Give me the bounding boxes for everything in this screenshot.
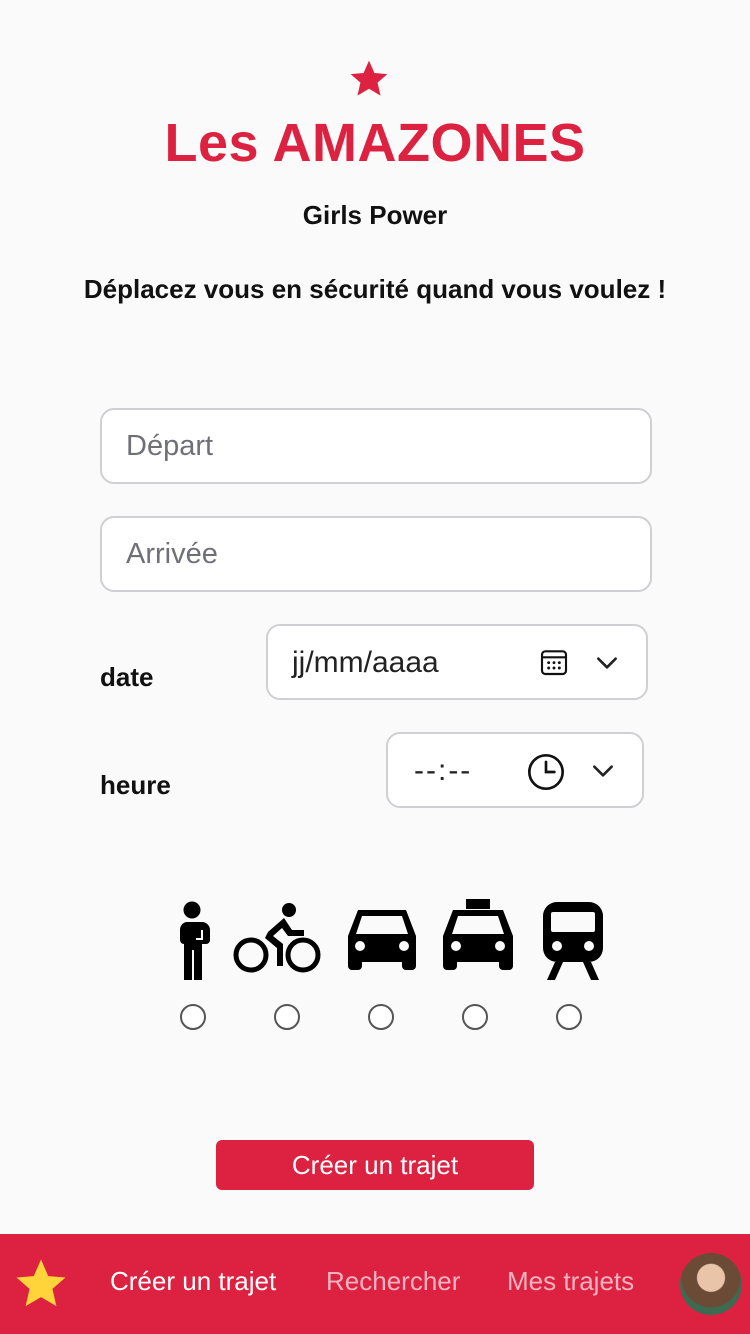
radio-train[interactable] (556, 1004, 582, 1030)
chevron-down-icon[interactable] (594, 650, 620, 676)
car-icon (348, 910, 416, 970)
train-icon (543, 902, 603, 980)
subtitle: Girls Power (302, 200, 448, 230)
time-value: --:-- (414, 754, 473, 787)
tagline: Déplacez vous en sécurité quand vous vou… (83, 274, 667, 304)
time-label: heure (100, 770, 171, 800)
nav-create-trip[interactable]: Créer un trajet (110, 1266, 276, 1297)
walk-icon (179, 901, 210, 980)
star-logo-icon (350, 60, 388, 96)
nav-search[interactable]: Rechercher (326, 1266, 460, 1297)
app-title: Les AMAZONES (164, 113, 586, 173)
taxi-icon (443, 899, 513, 970)
create-trip-button[interactable]: Créer un trajet (216, 1140, 534, 1190)
date-picker[interactable]: jj/mm/aaaa (266, 624, 648, 700)
calendar-icon[interactable] (538, 646, 570, 678)
radio-car[interactable] (368, 1004, 394, 1030)
date-value: jj/mm/aaaa (292, 646, 439, 679)
avatar[interactable] (680, 1253, 742, 1315)
bottom-nav: Créer un trajet Rechercher Mes trajets (0, 1234, 750, 1334)
radio-bike[interactable] (274, 1004, 300, 1030)
radio-taxi[interactable] (462, 1004, 488, 1030)
clock-icon[interactable] (526, 752, 566, 792)
star-home-icon[interactable] (12, 1256, 70, 1312)
chevron-down-icon[interactable] (590, 758, 616, 784)
bike-icon (233, 903, 321, 973)
nav-my-trips[interactable]: Mes trajets (507, 1266, 634, 1297)
time-picker[interactable]: --:-- (386, 732, 644, 808)
radio-walk[interactable] (180, 1004, 206, 1030)
departure-input[interactable] (100, 408, 652, 484)
date-label: date (100, 662, 154, 692)
arrival-input[interactable] (100, 516, 652, 592)
